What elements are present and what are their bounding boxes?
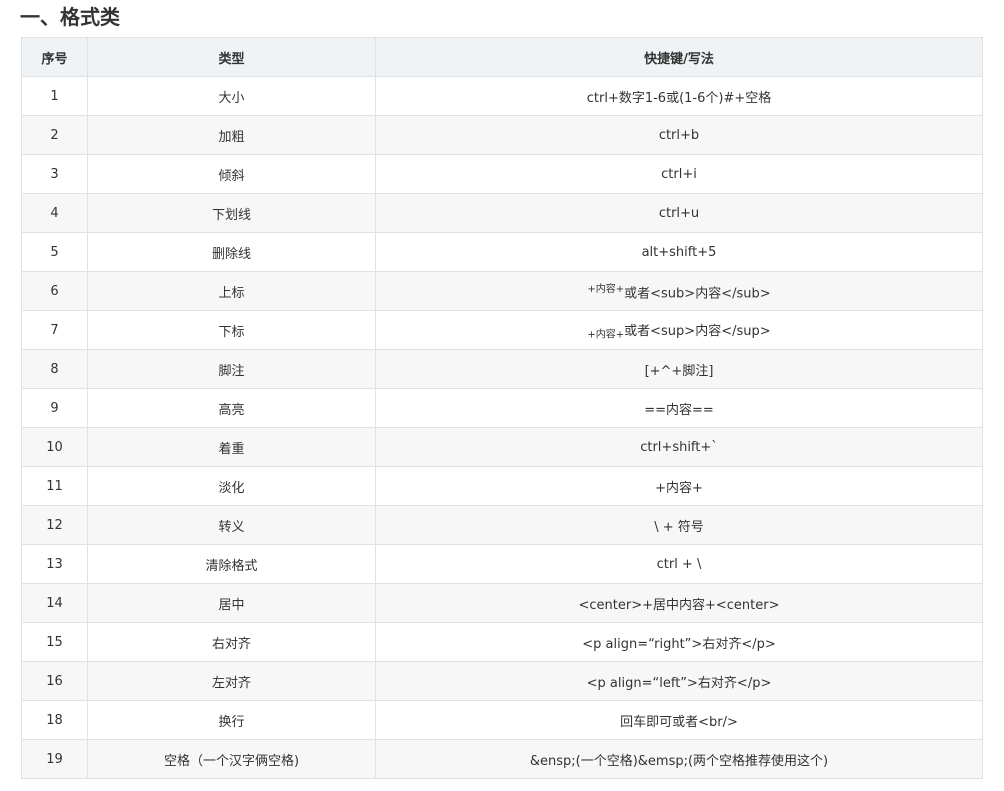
row-shortcut: <center>+居中内容+<center> [375,583,983,623]
row-type: 换行 [87,700,376,740]
row-shortcut: \ + 符号 [375,505,983,545]
table-row: 18 换行 回车即可或者<br/> [21,700,983,740]
row-type: 右对齐 [87,622,376,662]
row-type: 下标 [87,310,376,350]
row-index: 14 [21,583,88,623]
row-index: 11 [21,466,88,506]
row-type: 加粗 [87,115,376,155]
table-row: 16 左对齐 <p align=“left”>右对齐</p> [21,661,983,701]
row-index: 3 [21,154,88,194]
row-shortcut: alt+shift+5 [375,232,983,272]
table-row: 11 淡化 +内容+ [21,466,983,506]
row-shortcut: ctrl+shift+` [375,427,983,467]
row-type: 倾斜 [87,154,376,194]
row-type: 居中 [87,583,376,623]
row-shortcut: &ensp;(一个空格)&emsp;(两个空格推荐使用这个) [375,739,983,779]
row-shortcut: ctrl+u [375,193,983,233]
header-shortcut: 快捷键/写法 [375,37,983,77]
row-index: 13 [21,544,88,584]
row-index: 19 [21,739,88,779]
shortcut-text: 或者<sup>内容</sup> [624,323,771,339]
table-row: 15 右对齐 <p align=“right”>右对齐</p> [21,622,983,662]
table-row: 14 居中 <center>+居中内容+<center> [21,583,983,623]
row-index: 10 [21,427,88,467]
superscript-sample: +内容+ [587,284,625,296]
row-index: 2 [21,115,88,155]
row-shortcut: 回车即可或者<br/> [375,700,983,740]
row-type: 上标 [87,271,376,311]
table-row: 3 倾斜 ctrl+i [21,154,983,194]
row-shortcut: +内容+或者<sub>内容</sub> [375,271,983,311]
table-row: 2 加粗 ctrl+b [21,115,983,155]
table-row: 10 着重 ctrl+shift+` [21,427,983,467]
row-shortcut: ==内容== [375,388,983,428]
table-row: 6 上标 +内容+或者<sub>内容</sub> [21,271,983,311]
row-shortcut: <p align=“right”>右对齐</p> [375,622,983,662]
row-shortcut: +内容+或者<sup>内容</sup> [375,310,983,350]
row-type: 大小 [87,76,376,116]
row-shortcut: ctrl+i [375,154,983,194]
row-type: 删除线 [87,232,376,272]
row-type: 脚注 [87,349,376,389]
table-header: 序号 类型 快捷键/写法 [21,37,983,77]
header-index: 序号 [21,37,88,77]
row-index: 9 [21,388,88,428]
row-index: 6 [21,271,88,311]
row-type: 淡化 [87,466,376,506]
table-row: 1 大小 ctrl+数字1-6或(1-6个)#+空格 [21,76,983,116]
table-row: 8 脚注 [+^+脚注] [21,349,983,389]
section-title: 一、格式类 [20,5,120,29]
row-shortcut: [+^+脚注] [375,349,983,389]
row-type: 转义 [87,505,376,545]
row-type: 左对齐 [87,661,376,701]
row-index: 5 [21,232,88,272]
table-header-row: 序号 类型 快捷键/写法 [21,37,983,77]
row-index: 16 [21,661,88,701]
row-type: 着重 [87,427,376,467]
header-type: 类型 [87,37,376,77]
table-row: 19 空格（一个汉字俩空格) &ensp;(一个空格)&emsp;(两个空格推荐… [21,739,983,779]
shortcut-table: 序号 类型 快捷键/写法 1 大小 ctrl+数字1-6或(1-6个)#+空格 … [21,37,983,779]
table-row: 4 下划线 ctrl+u [21,193,983,233]
table-row: 9 高亮 ==内容== [21,388,983,428]
table-row: 5 删除线 alt+shift+5 [21,232,983,272]
row-shortcut: +内容+ [375,466,983,506]
table-row: 7 下标 +内容+或者<sup>内容</sup> [21,310,983,350]
row-type: 清除格式 [87,544,376,584]
subscript-sample: +内容+ [587,329,625,341]
row-index: 8 [21,349,88,389]
row-index: 1 [21,76,88,116]
row-shortcut: ctrl+数字1-6或(1-6个)#+空格 [375,76,983,116]
row-index: 18 [21,700,88,740]
row-shortcut: ctrl + \ [375,544,983,584]
row-type: 空格（一个汉字俩空格) [87,739,376,779]
row-index: 7 [21,310,88,350]
row-shortcut: ctrl+b [375,115,983,155]
table-row: 12 转义 \ + 符号 [21,505,983,545]
row-shortcut: <p align=“left”>右对齐</p> [375,661,983,701]
shortcut-text: 或者<sub>内容</sub> [624,286,771,302]
row-index: 12 [21,505,88,545]
row-index: 15 [21,622,88,662]
row-index: 4 [21,193,88,233]
row-type: 高亮 [87,388,376,428]
table-row: 13 清除格式 ctrl + \ [21,544,983,584]
table-body: 1 大小 ctrl+数字1-6或(1-6个)#+空格 2 加粗 ctrl+b 3… [21,76,983,779]
row-type: 下划线 [87,193,376,233]
